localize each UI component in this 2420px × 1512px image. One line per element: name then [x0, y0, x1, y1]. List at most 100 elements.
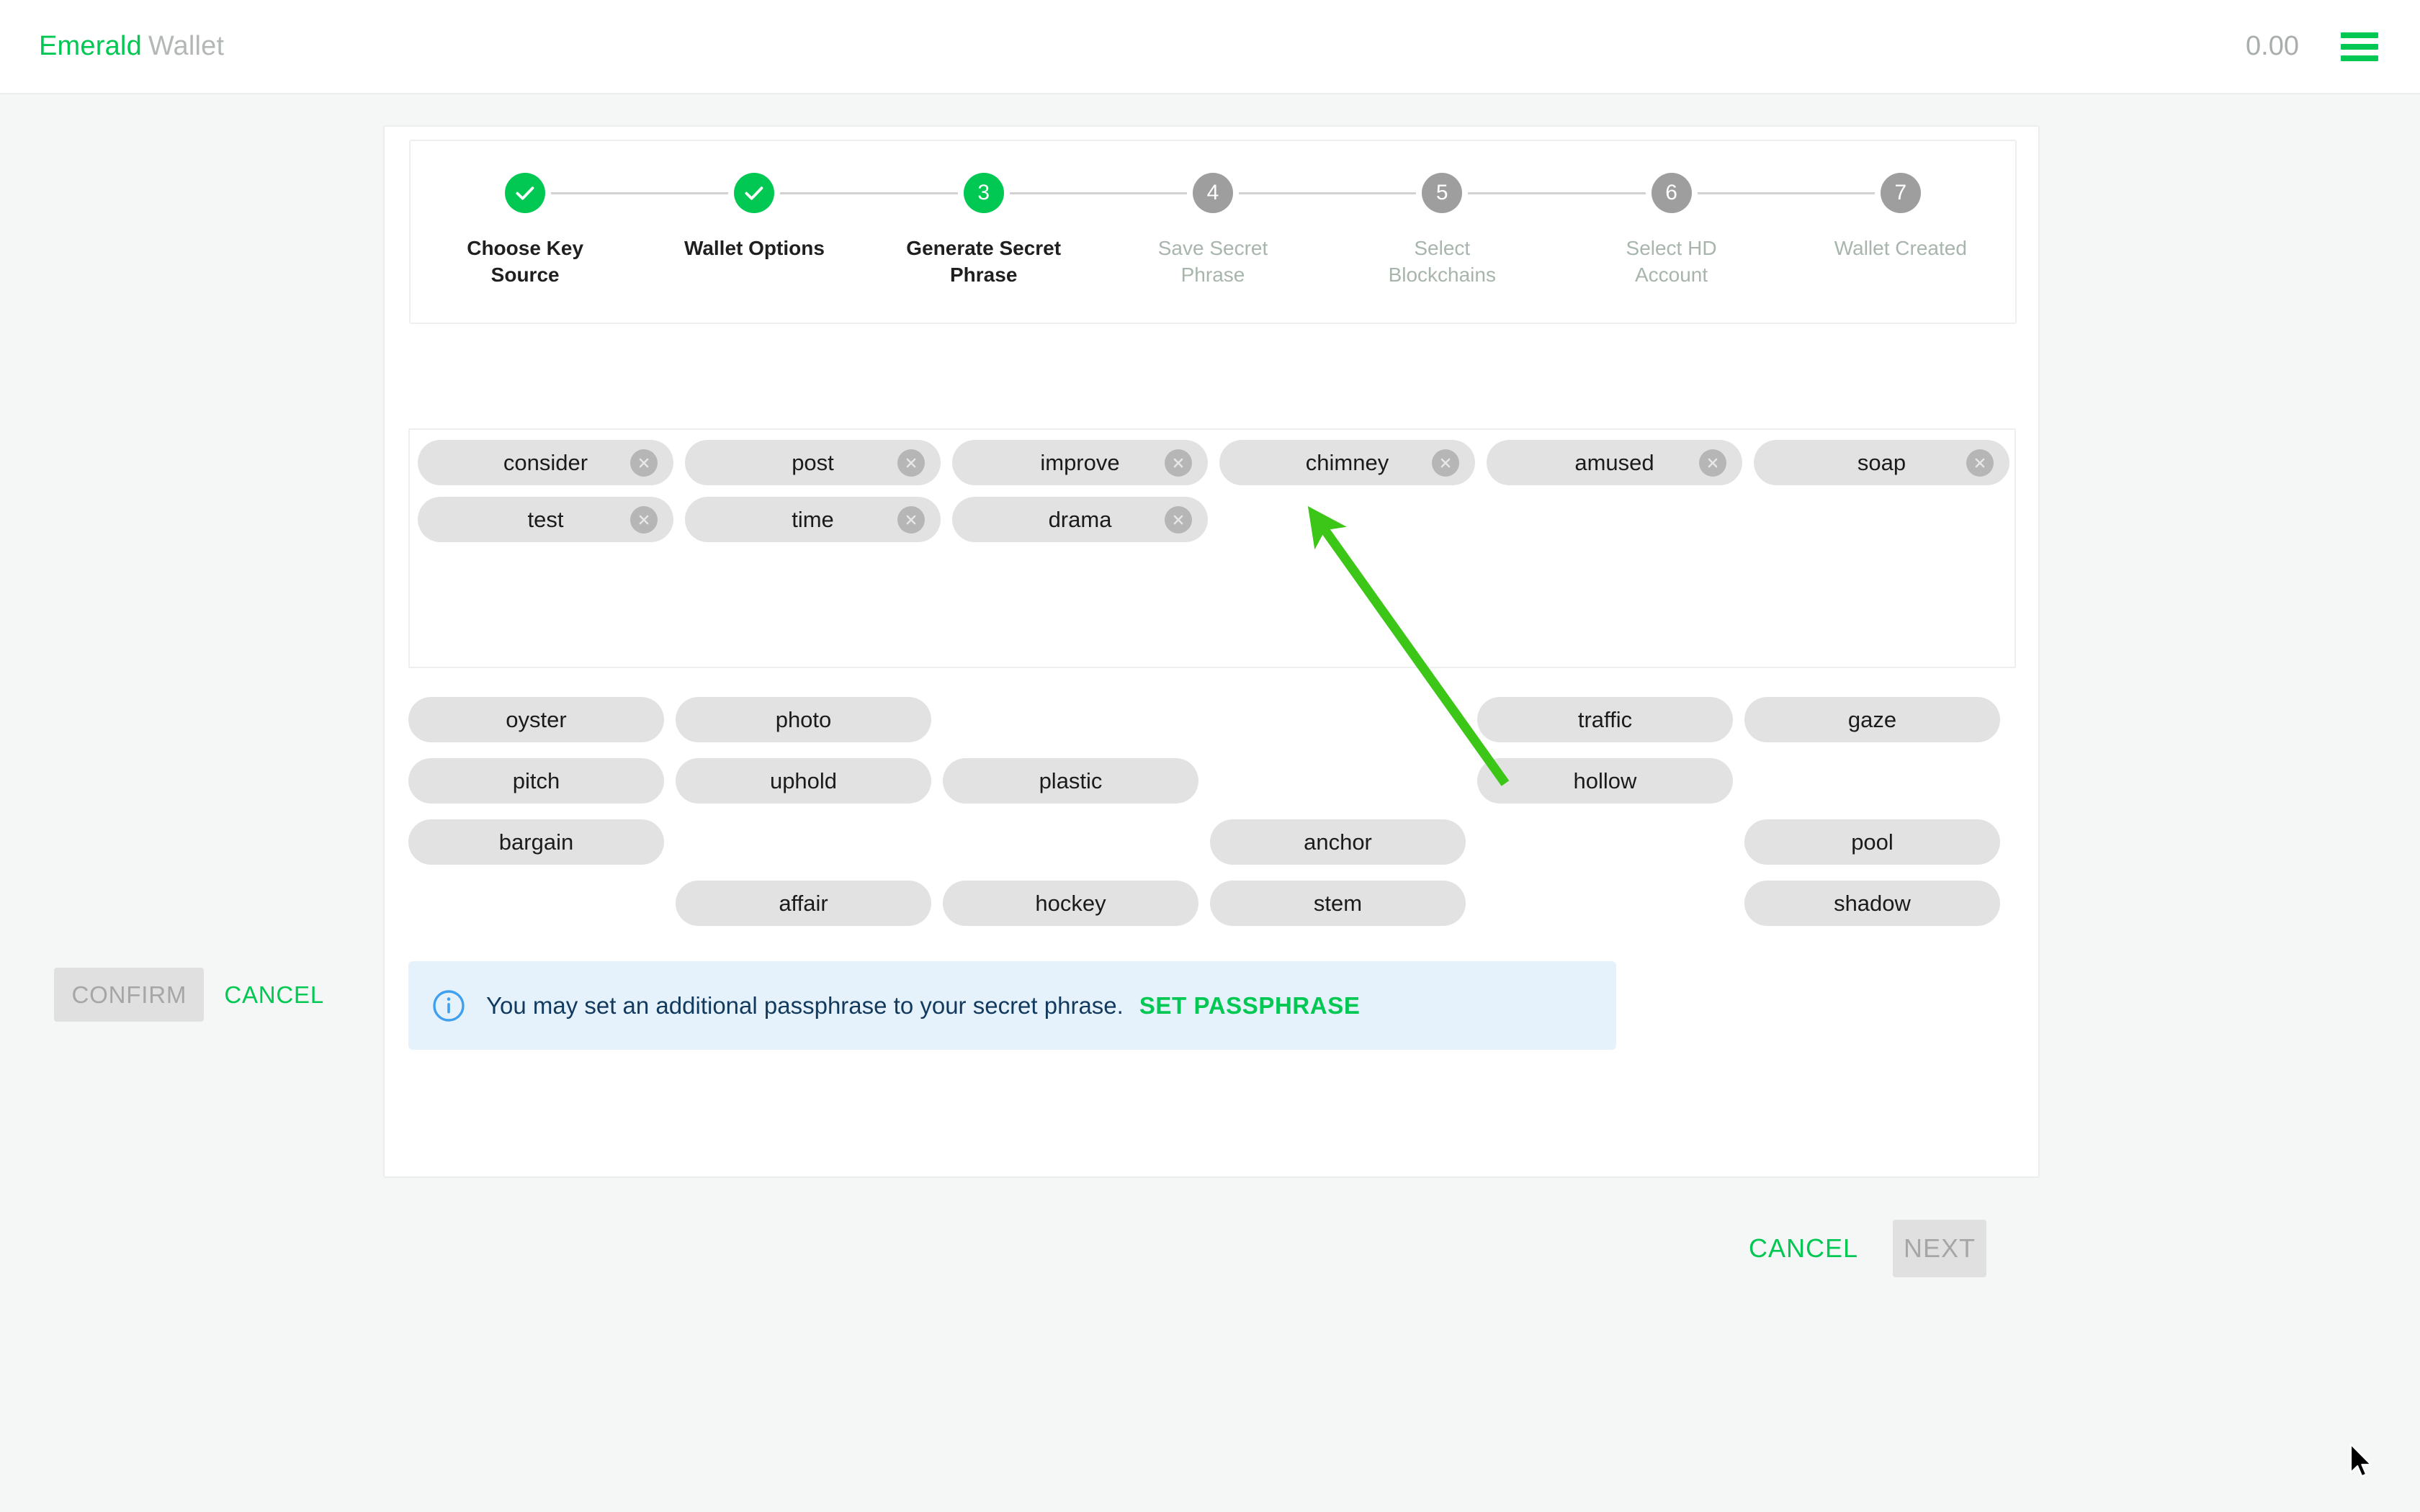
- confirm-button[interactable]: CONFIRM: [54, 968, 204, 1022]
- passphrase-message: You may set an additional passphrase to …: [486, 992, 1124, 1020]
- pool-word-chip[interactable]: stem: [1210, 881, 1466, 926]
- selected-word-label: post: [792, 450, 834, 476]
- pool-word-label: oyster: [506, 707, 566, 733]
- close-circle-icon[interactable]: [1165, 449, 1192, 477]
- confirm-action-row: CONFIRM CANCEL: [0, 968, 383, 1022]
- selected-word-chip[interactable]: soap: [1754, 440, 2009, 485]
- selected-word-chip[interactable]: improve: [952, 440, 1208, 485]
- close-circle-icon[interactable]: [1165, 506, 1192, 534]
- pool-word-chip[interactable]: traffic: [1477, 697, 1733, 742]
- stepper-step-label: Select Blockchains: [1359, 235, 1525, 288]
- close-circle-icon[interactable]: [630, 449, 658, 477]
- selected-word-label: soap: [1857, 450, 1906, 476]
- stepper-connector: [551, 192, 640, 194]
- selected-word-label: consider: [503, 450, 588, 476]
- selected-word-chip[interactable]: chimney: [1219, 440, 1475, 485]
- pool-word-chip[interactable]: pitch: [408, 758, 664, 804]
- selected-word-chip[interactable]: consider: [418, 440, 673, 485]
- check-icon: [505, 173, 545, 213]
- stepper-connector: [869, 192, 958, 194]
- stepper-step-6[interactable]: 6 Select HD Account: [1556, 173, 1785, 288]
- stepper-step-label: Select HD Account: [1589, 235, 1754, 288]
- pool-word-label: gaze: [1848, 707, 1896, 733]
- stepper-number-bubble: 6: [1652, 173, 1692, 213]
- stepper-connector: [1698, 192, 1786, 194]
- pool-empty-slot: [1477, 819, 1733, 865]
- pool-word-chip[interactable]: pool: [1744, 819, 2000, 865]
- stepper-number-bubble: 7: [1881, 173, 1921, 213]
- pool-empty-slot: [676, 819, 931, 865]
- selected-words-grid: consider post improve chimney amused soap test…: [418, 440, 2009, 542]
- close-circle-icon[interactable]: [630, 506, 658, 534]
- pool-word-chip[interactable]: shadow: [1744, 881, 2000, 926]
- pool-word-label: hollow: [1574, 768, 1637, 794]
- word-pool-grid: oyster photo traffic gaze pitch uphold plastic…: [408, 697, 2016, 926]
- hamburger-menu-icon[interactable]: [2341, 32, 2378, 61]
- pool-word-chip[interactable]: hollow: [1477, 758, 1733, 804]
- stepper-step-4[interactable]: 4Save Secret Phrase: [1098, 173, 1327, 288]
- cancel-passphrase-button[interactable]: CANCEL: [224, 981, 324, 1009]
- pool-word-label: stem: [1314, 891, 1362, 917]
- pool-word-chip[interactable]: anchor: [1210, 819, 1466, 865]
- pool-word-chip[interactable]: photo: [676, 697, 931, 742]
- selected-word-chip[interactable]: drama: [952, 497, 1208, 542]
- stepper-step-7[interactable]: 7Wallet Created: [1786, 173, 2015, 261]
- menu-bar-3: [2341, 55, 2378, 61]
- selected-word-label: time: [792, 507, 834, 533]
- pool-word-label: pool: [1851, 829, 1894, 855]
- pool-word-label: uphold: [770, 768, 837, 794]
- pool-word-chip[interactable]: hockey: [943, 881, 1198, 926]
- cancel-wizard-button[interactable]: CANCEL: [1734, 1233, 1873, 1264]
- selected-word-chip[interactable]: test: [418, 497, 673, 542]
- stepper-step-2[interactable]: Wallet Options: [640, 173, 869, 261]
- stepper-step-1[interactable]: Choose Key Source: [411, 173, 640, 288]
- wizard-stepper: Choose Key Source Wallet Options 3Generate…: [411, 141, 2015, 323]
- pool-empty-slot: [1477, 881, 1733, 926]
- pool-empty-slot: [1210, 758, 1466, 804]
- close-circle-icon[interactable]: [897, 506, 925, 534]
- selected-word-label: chimney: [1306, 450, 1389, 476]
- menu-bar-2: [2341, 44, 2378, 50]
- stepper-connector: [1010, 192, 1098, 194]
- stepper-step-label: Wallet Options: [684, 235, 825, 261]
- stepper-connector: [1239, 192, 1327, 194]
- selected-word-label: improve: [1040, 450, 1119, 476]
- app-header: EmeraldWallet 0.00: [0, 0, 2420, 94]
- pool-word-label: bargain: [499, 829, 573, 855]
- brand-secondary: Wallet: [148, 31, 224, 61]
- wizard-card: Choose Key Source Wallet Options 3Generate…: [383, 125, 2040, 1178]
- brand-logo[interactable]: EmeraldWallet: [39, 31, 224, 62]
- pool-word-label: plastic: [1039, 768, 1103, 794]
- pool-empty-slot: [1744, 758, 2000, 804]
- stepper-step-label: Generate Secret Phrase: [901, 235, 1067, 288]
- close-circle-icon[interactable]: [897, 449, 925, 477]
- wizard-bottom-nav: CANCEL NEXT: [1734, 1220, 1986, 1277]
- stepper-number-bubble: 5: [1422, 173, 1462, 213]
- pool-word-chip[interactable]: plastic: [943, 758, 1198, 804]
- selected-word-chip[interactable]: post: [685, 440, 941, 485]
- stepper-step-label: Save Secret Phrase: [1130, 235, 1296, 288]
- stepper-connector: [1468, 192, 1556, 194]
- pool-word-chip[interactable]: affair: [676, 881, 931, 926]
- pool-word-chip[interactable]: oyster: [408, 697, 664, 742]
- pool-word-label: photo: [776, 707, 832, 733]
- balance-amount: 0.00: [2246, 31, 2299, 62]
- selected-word-chip[interactable]: amused: [1487, 440, 1742, 485]
- mouse-cursor: [2349, 1444, 2378, 1482]
- selected-word-chip[interactable]: time: [685, 497, 941, 542]
- stepper-connector: [1556, 192, 1645, 194]
- stepper-step-3[interactable]: 3Generate Secret Phrase: [869, 173, 1098, 288]
- close-circle-icon[interactable]: [1966, 449, 1994, 477]
- selected-word-label: amused: [1574, 450, 1654, 476]
- pool-empty-slot: [408, 881, 664, 926]
- pool-word-chip[interactable]: bargain: [408, 819, 664, 865]
- close-circle-icon[interactable]: [1432, 449, 1459, 477]
- header-right-group: 0.00: [2246, 31, 2420, 62]
- set-passphrase-link[interactable]: SET PASSPHRASE: [1139, 992, 1361, 1020]
- close-circle-icon[interactable]: [1699, 449, 1726, 477]
- pool-word-chip[interactable]: uphold: [676, 758, 931, 804]
- stepper-step-5[interactable]: 5 Select Blockchains: [1327, 173, 1556, 288]
- pool-word-chip[interactable]: gaze: [1744, 697, 2000, 742]
- next-step-button[interactable]: NEXT: [1893, 1220, 1986, 1277]
- pool-word-label: anchor: [1304, 829, 1372, 855]
